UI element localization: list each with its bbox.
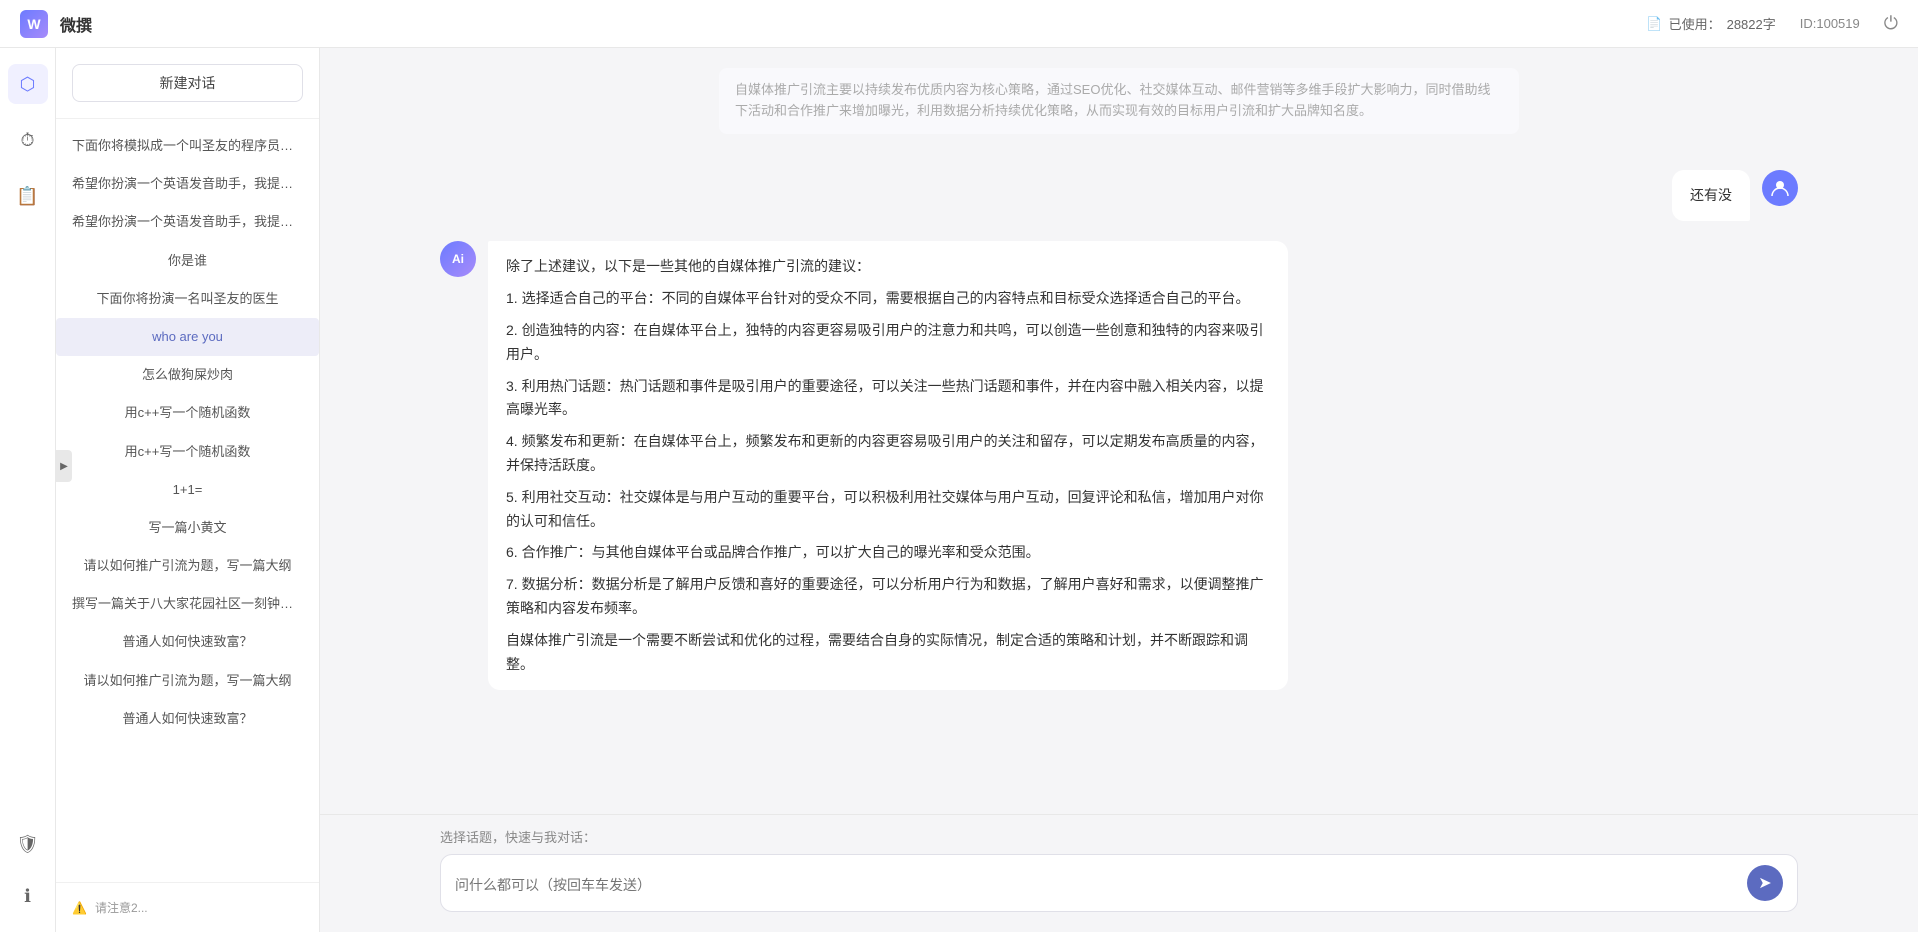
user-message-bubble: 还有没 xyxy=(1672,170,1750,222)
chat-list-item[interactable]: 撰写一篇关于八大家花园社区一刻钟便民生... xyxy=(56,585,319,623)
topbar-left: W 微撰 xyxy=(20,10,92,38)
sidebar-icon-document[interactable]: 📋 xyxy=(8,176,48,216)
message-row-user: 还有没 xyxy=(440,170,1798,222)
chat-list-item[interactable]: 希望你扮演一个英语发音助手，我提供给你... xyxy=(56,203,319,241)
quick-topics-label: 选择话题，快速与我对话： xyxy=(440,827,1798,846)
chat-messages: 自媒体推广引流主要以持续发布优质内容为核心策略，通过SEO优化、社交媒体互动、邮… xyxy=(320,48,1918,814)
chat-sidebar-header: 新建对话 xyxy=(56,48,319,119)
chat-list-item[interactable]: 怎么做狗屎炒肉 xyxy=(56,356,319,394)
new-chat-button[interactable]: 新建对话 xyxy=(72,64,303,102)
usage-info: 📄 已使用： 28822字 xyxy=(1646,14,1775,33)
chat-list-item[interactable]: 下面你将模拟成一个叫圣友的程序员，我说... xyxy=(56,127,319,165)
chat-input[interactable] xyxy=(455,875,1739,891)
topbar: W 微撰 📄 已使用： 28822字 ID:100519 ⏻ xyxy=(0,0,1918,48)
icon-sidebar: ⬡ ⏱ 📋 🛡 ℹ xyxy=(0,48,56,932)
chat-list-item[interactable]: 普通人如何快速致富？ xyxy=(56,623,319,661)
doc-icon: 📄 xyxy=(1646,16,1662,32)
chat-list-item[interactable]: 请以如何推广引流为题，写一篇大纲 xyxy=(56,547,319,585)
app-logo-icon: W xyxy=(20,10,48,38)
chat-list-item[interactable]: 希望你扮演一个英语发音助手，我提供给你... xyxy=(56,165,319,203)
sidebar-bottom-icons: 🛡 ℹ xyxy=(8,824,48,916)
input-row: ➤ xyxy=(440,854,1798,912)
user-avatar xyxy=(1762,170,1798,206)
topbar-right: 📄 已使用： 28822字 ID:100519 ⏻ xyxy=(1646,13,1898,34)
usage-value: 28822字 xyxy=(1727,14,1776,33)
sidebar-icon-info[interactable]: ℹ xyxy=(8,876,48,916)
sidebar-icon-hexagon[interactable]: ⬡ xyxy=(8,64,48,104)
usage-label: 已使用： xyxy=(1669,14,1721,33)
chat-list-item[interactable]: 写一篇小黄文 xyxy=(56,509,319,547)
previous-content-indicator: 自媒体推广引流主要以持续发布优质内容为核心策略，通过SEO优化、社交媒体互动、邮… xyxy=(440,68,1798,150)
chat-sidebar-bottom: ⚠️ 请注意2... xyxy=(56,882,319,932)
chat-input-area: 选择话题，快速与我对话： ➤ xyxy=(320,814,1918,932)
chat-list-item[interactable]: who are you xyxy=(56,318,319,356)
sidebar-icon-shield[interactable]: 🛡 xyxy=(8,824,48,864)
chat-sidebar: 新建对话 下面你将模拟成一个叫圣友的程序员，我说...希望你扮演一个英语发音助手… xyxy=(56,48,320,932)
expand-sidebar-arrow[interactable]: ▶ xyxy=(56,450,72,482)
message-row-assistant: Ai 除了上述建议，以下是一些其他的自媒体推广引流的建议：1. 选择适合自己的平台… xyxy=(440,241,1798,690)
ai-avatar: Ai xyxy=(440,241,476,277)
ai-message-bubble: 除了上述建议，以下是一些其他的自媒体推广引流的建议：1. 选择适合自己的平台：不… xyxy=(488,241,1288,690)
main-chat: 自媒体推广引流主要以持续发布优质内容为核心策略，通过SEO优化、社交媒体互动、邮… xyxy=(320,48,1918,932)
chat-list-item[interactable]: 你是谁 xyxy=(56,242,319,280)
notice-text: 请注意2... xyxy=(95,899,148,916)
chat-list-item[interactable]: 用c++写一个随机函数 xyxy=(56,433,319,471)
chat-list-item[interactable]: 用c++写一个随机函数 xyxy=(56,394,319,432)
truncated-text: 自媒体推广引流主要以持续发布优质内容为核心策略，通过SEO优化、社交媒体互动、邮… xyxy=(735,82,1490,118)
app-title: 微撰 xyxy=(60,12,92,36)
id-info: ID:100519 xyxy=(1800,16,1860,31)
chat-list-item[interactable]: 下面你将扮演一名叫圣友的医生 xyxy=(56,280,319,318)
send-button[interactable]: ➤ xyxy=(1747,865,1783,901)
sidebar-icon-clock[interactable]: ⏱ xyxy=(8,120,48,160)
warning-icon: ⚠️ xyxy=(72,901,87,915)
chat-list: 下面你将模拟成一个叫圣友的程序员，我说...希望你扮演一个英语发音助手，我提供给… xyxy=(56,119,319,882)
power-icon[interactable]: ⏻ xyxy=(1884,13,1898,34)
chat-list-item[interactable]: 请以如何推广引流为题，写一篇大纲 xyxy=(56,662,319,700)
chat-list-item[interactable]: 1+1= xyxy=(56,471,319,509)
sidebar-bottom-item-1: ⚠️ 请注意2... xyxy=(72,895,303,920)
chat-list-item[interactable]: 普通人如何快速致富？ xyxy=(56,700,319,738)
